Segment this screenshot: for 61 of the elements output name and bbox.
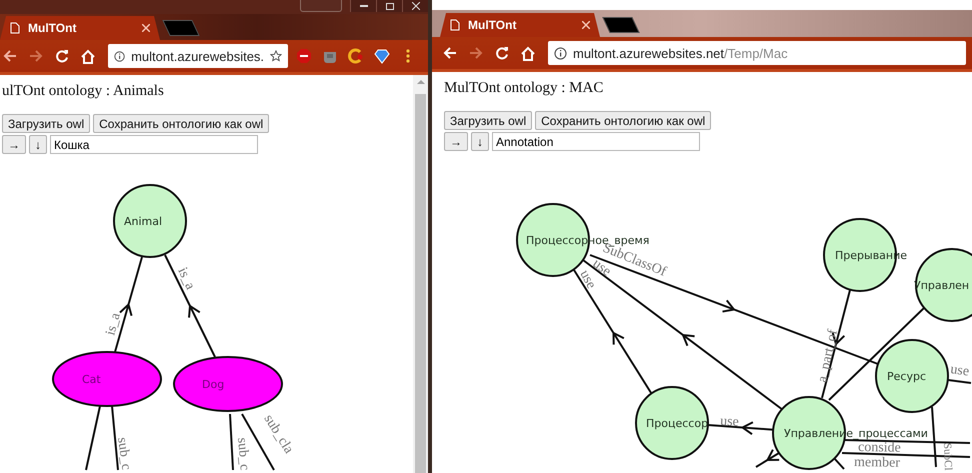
node-label: Cat	[82, 373, 101, 386]
connector	[948, 379, 972, 384]
minimize-icon	[360, 5, 368, 7]
close-icon[interactable]	[582, 21, 590, 29]
page-title: ulTOnt ontology : Animals	[2, 83, 165, 100]
page-icon	[450, 19, 460, 31]
arrow	[755, 449, 780, 468]
edge-label: use	[720, 414, 740, 430]
address-bar[interactable]: multont.azurewebsites.net/Temp/Mac	[548, 41, 966, 65]
address-bar[interactable]: multont.azurewebsites.	[108, 44, 288, 68]
info-icon[interactable]	[114, 50, 126, 62]
connector	[229, 414, 234, 470]
node-label: Ресурс	[887, 370, 926, 383]
connector	[85, 406, 101, 470]
arrow-button[interactable]: →	[444, 132, 468, 151]
edge-label: use	[576, 268, 598, 292]
edge-label: member	[854, 455, 900, 471]
info-icon[interactable]	[554, 46, 567, 60]
node-label: Animal	[124, 215, 162, 228]
home-icon[interactable]	[520, 46, 536, 60]
reload-icon[interactable]	[495, 46, 509, 60]
edge-label: sub_c	[114, 436, 134, 471]
ad-block-icon[interactable]	[296, 48, 312, 64]
reload-icon[interactable]	[55, 49, 69, 63]
browser-tab[interactable]: MulTOnt	[440, 13, 600, 37]
edge-label: use	[949, 362, 970, 380]
maximize-icon	[386, 2, 394, 10]
arrow-button[interactable]: ↓	[29, 135, 47, 154]
menu-icon[interactable]	[406, 49, 410, 63]
node-label: Dog	[202, 378, 224, 391]
search-field[interactable]: Annotation	[492, 132, 700, 151]
save-button[interactable]: Сохранить онтологию как owl	[535, 111, 712, 130]
connector	[111, 406, 119, 470]
page-icon	[10, 22, 20, 34]
save-button[interactable]: Сохранить онтологию как owl	[93, 114, 270, 133]
close-icon	[412, 2, 420, 10]
page-title: MulTOnt ontology : MAC	[444, 80, 604, 97]
diamond-icon[interactable]	[374, 48, 390, 64]
edge-label: sub_c	[234, 437, 252, 471]
browser-tab[interactable]: MulTOnt	[0, 16, 160, 40]
load-button[interactable]: Загрузить owl	[444, 111, 532, 130]
arrow-button[interactable]: →	[2, 135, 26, 154]
arrow-button[interactable]: ↓	[471, 132, 489, 151]
profile-button[interactable]	[300, 0, 342, 12]
minimize-button[interactable]	[350, 0, 376, 12]
load-button[interactable]: Загрузить owl	[2, 114, 90, 133]
edge-label: is_a	[174, 265, 198, 292]
edge-label: a_part_of	[815, 328, 842, 384]
scrollbar[interactable]	[413, 75, 428, 473]
close-button[interactable]	[402, 0, 428, 12]
search-field[interactable]: Кошка	[50, 135, 258, 154]
close-icon[interactable]	[142, 24, 150, 32]
edge-label: conside	[858, 440, 901, 456]
star-icon[interactable]	[270, 49, 282, 63]
edge-label: is_a	[103, 311, 124, 338]
extension-icon[interactable]	[348, 48, 364, 64]
new-tab-button[interactable]	[602, 17, 640, 33]
edge-label: SubCl	[941, 442, 954, 471]
maximize-button[interactable]	[376, 0, 402, 12]
home-icon[interactable]	[80, 48, 96, 64]
back-icon[interactable]	[3, 49, 17, 63]
